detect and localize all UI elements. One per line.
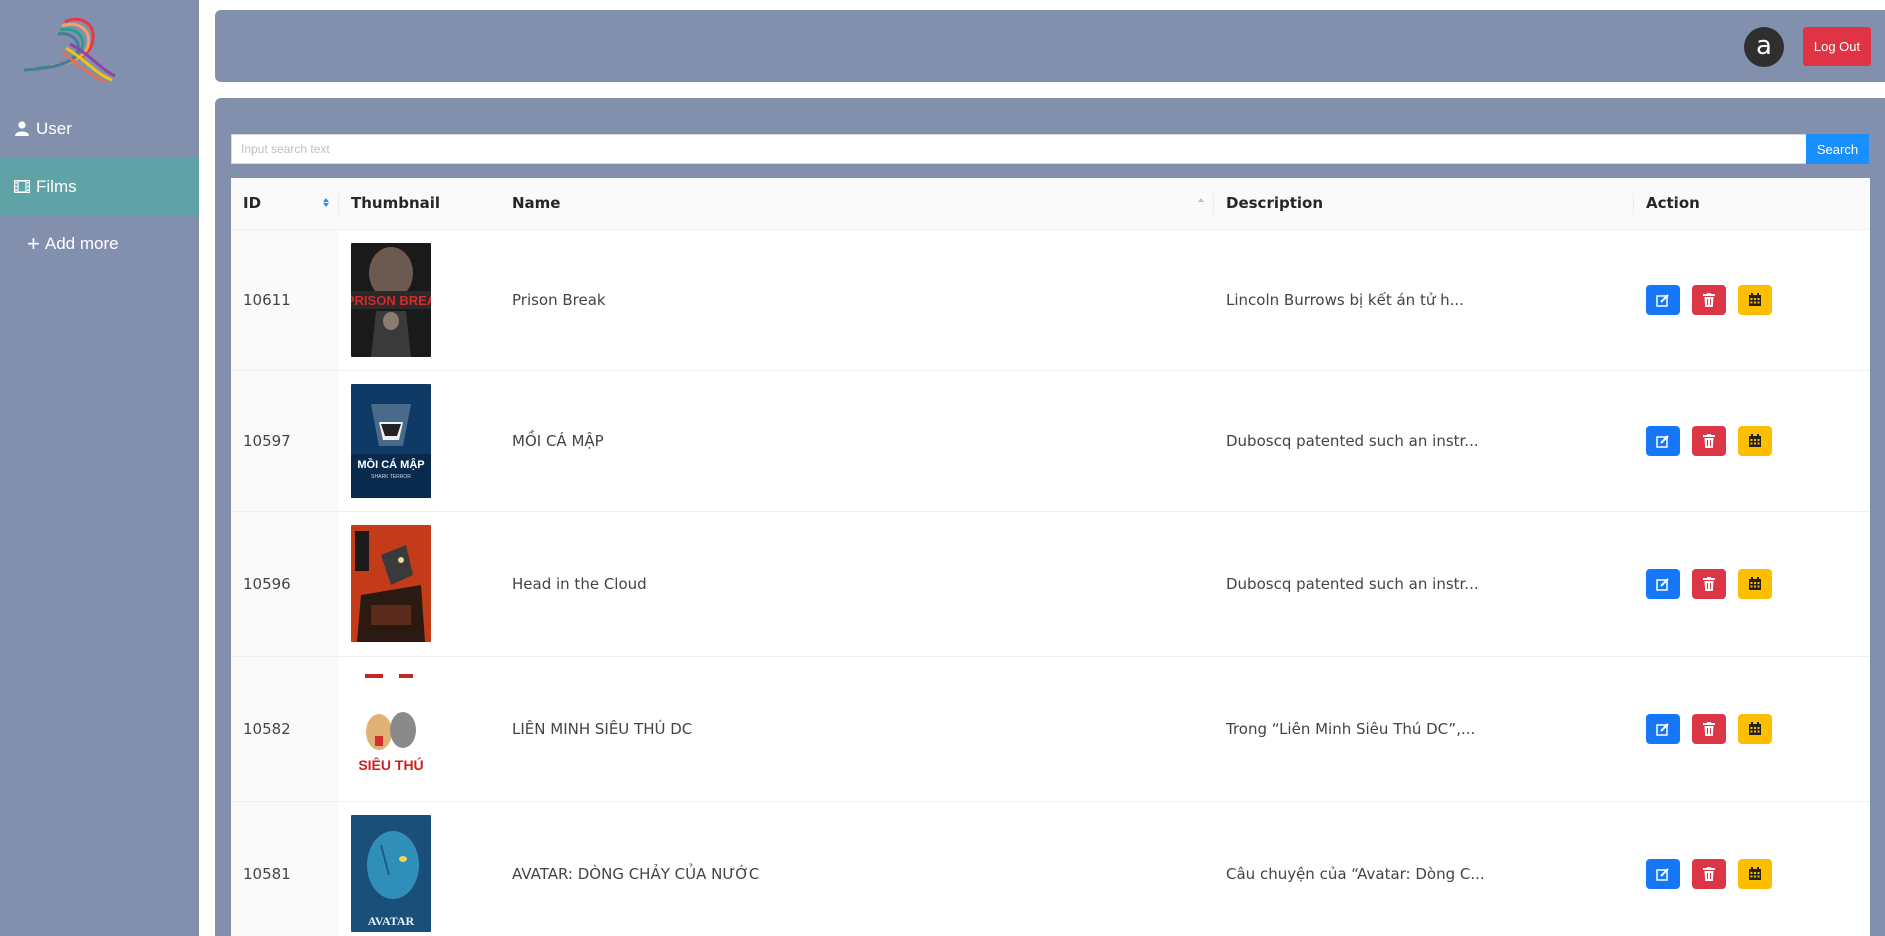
column-header-thumbnail: Thumbnail	[339, 178, 500, 230]
kaiju-poster[interactable]	[351, 525, 431, 642]
calendar-icon	[1749, 867, 1761, 880]
film-id: 10597	[231, 370, 339, 512]
film-id: 10596	[231, 511, 339, 657]
film-name: Prison Break	[500, 229, 1214, 371]
film-id: 10581	[231, 801, 339, 936]
calendar-icon	[1749, 577, 1761, 590]
film-id: 10582	[231, 656, 339, 802]
super-pets-poster[interactable]: SIÊU THÚ	[351, 670, 431, 787]
thumbnail-cell: PRISON BREA	[339, 229, 500, 371]
user-icon	[14, 121, 30, 137]
column-header-name[interactable]: Name	[500, 178, 1214, 230]
calendar-button[interactable]	[1738, 713, 1772, 744]
action-cell	[1634, 370, 1870, 512]
svg-text:MỒI CÁ MẬP: MỒI CÁ MẬP	[357, 458, 424, 471]
column-header-action: Action	[1634, 178, 1870, 230]
svg-text:PRISON BREA: PRISON BREA	[351, 293, 431, 308]
sidebar-item-label: Films	[36, 176, 77, 196]
edit-button[interactable]	[1646, 858, 1680, 889]
column-header-id[interactable]: ID	[231, 178, 339, 230]
top-header: a Log Out	[215, 10, 1885, 82]
table-row: 10597 MỒI CÁ MẬP SHARK TERROR MỒI CÁ MẬP…	[231, 370, 1870, 512]
calendar-icon	[1749, 293, 1761, 306]
sidebar-item-films[interactable]: Films	[0, 158, 199, 215]
film-icon	[14, 179, 30, 195]
svg-text:SIÊU THÚ: SIÊU THÚ	[358, 756, 423, 773]
action-cell	[1634, 229, 1870, 371]
calendar-button[interactable]	[1738, 425, 1772, 456]
edit-button[interactable]	[1646, 713, 1680, 744]
thumbnail-cell: MỒI CÁ MẬP SHARK TERROR	[339, 370, 500, 512]
thumbnail-cell: AVATAR	[339, 801, 500, 936]
trash-icon	[1703, 433, 1715, 448]
main-panel: Search ID Thumbnail Name Description Act…	[215, 98, 1885, 936]
edit-icon	[1656, 434, 1669, 448]
shark-poster[interactable]: MỒI CÁ MẬP SHARK TERROR	[351, 383, 431, 498]
search-button[interactable]: Search	[1806, 134, 1869, 164]
trash-icon	[1703, 721, 1715, 736]
column-header-description: Description	[1214, 178, 1634, 230]
sort-icon[interactable]	[1198, 198, 1204, 207]
delete-button[interactable]	[1692, 568, 1726, 599]
film-name: Head in the Cloud	[500, 511, 1214, 657]
films-table: ID Thumbnail Name Description Action 106…	[231, 178, 1870, 936]
sidebar-item-user[interactable]: User	[0, 100, 199, 157]
film-id: 10611	[231, 229, 339, 371]
delete-button[interactable]	[1692, 425, 1726, 456]
svg-text:AVATAR: AVATAR	[368, 914, 415, 928]
film-description: Duboscq patented such an instr...	[1214, 370, 1634, 512]
trash-icon	[1703, 866, 1715, 881]
table-row: 10611 PRISON BREA Prison Break	[231, 229, 1870, 371]
calendar-button[interactable]	[1738, 858, 1772, 889]
edit-button[interactable]	[1646, 284, 1680, 315]
thumbnail-cell	[339, 511, 500, 657]
film-description: Trong “Liên Minh Siêu Thú DC”,...	[1214, 656, 1634, 802]
edit-button[interactable]	[1646, 568, 1680, 599]
delete-button[interactable]	[1692, 284, 1726, 315]
delete-button[interactable]	[1692, 713, 1726, 744]
edit-icon	[1656, 293, 1669, 307]
search-input[interactable]	[231, 134, 1806, 164]
trash-icon	[1703, 576, 1715, 591]
thumbnail-cell: SIÊU THÚ	[339, 656, 500, 802]
sidebar-item-add-more[interactable]: + Add more	[0, 215, 199, 272]
sidebar: User Films + Add more	[0, 0, 199, 936]
calendar-icon	[1749, 434, 1761, 447]
edit-icon	[1656, 577, 1669, 591]
avatar[interactable]: a	[1744, 27, 1784, 67]
sort-icon[interactable]	[323, 198, 329, 207]
prison-break-poster[interactable]: PRISON BREA	[351, 242, 431, 357]
edit-icon	[1656, 722, 1669, 736]
app-root: User Films + Add more a Log Out Search	[0, 0, 1885, 936]
action-cell	[1634, 801, 1870, 936]
edit-button[interactable]	[1646, 425, 1680, 456]
film-name: AVATAR: DÒNG CHẢY CỦA NƯỚC	[500, 801, 1214, 936]
table-row: 10582 SIÊU THÚ LIÊN MINH SIÊU THÚ DC Tro…	[231, 656, 1870, 802]
edit-icon	[1656, 867, 1669, 881]
film-description: Lincoln Burrows bị kết án tử h...	[1214, 229, 1634, 371]
film-name: MỒI CÁ MẬP	[500, 370, 1214, 512]
plus-icon: +	[27, 230, 40, 256]
film-description: Duboscq patented such an instr...	[1214, 511, 1634, 657]
sidebar-item-label: User	[36, 118, 72, 138]
calendar-button[interactable]	[1738, 568, 1772, 599]
delete-button[interactable]	[1692, 858, 1726, 889]
avatar-poster[interactable]: AVATAR	[351, 815, 431, 932]
calendar-button[interactable]	[1738, 284, 1772, 315]
film-description: Câu chuyện của “Avatar: Dòng C...	[1214, 801, 1634, 936]
logout-button[interactable]: Log Out	[1803, 27, 1871, 66]
search-bar: Search	[231, 134, 1869, 164]
trash-icon	[1703, 292, 1715, 307]
table-row: 10581 AVATAR AVATAR: DÒNG CHẢY CỦA NƯỚC	[231, 801, 1870, 936]
action-cell	[1634, 656, 1870, 802]
action-cell	[1634, 511, 1870, 657]
table-header-row: ID Thumbnail Name Description Action	[231, 178, 1870, 230]
calendar-icon	[1749, 722, 1761, 735]
app-logo[interactable]	[20, 14, 120, 84]
film-name: LIÊN MINH SIÊU THÚ DC	[500, 656, 1214, 802]
table-row: 10596 Head in the Cloud Duboscq patented…	[231, 511, 1870, 657]
sidebar-item-label: Add more	[44, 233, 119, 253]
svg-text:SHARK TERROR: SHARK TERROR	[371, 474, 411, 480]
